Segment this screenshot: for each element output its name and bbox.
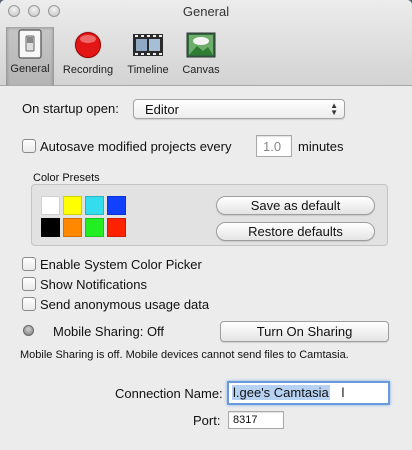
preferences-window: General General Recording Timeline Canva… [0, 0, 412, 450]
startup-label: On startup open: [22, 101, 119, 116]
usage-data-label: Send anonymous usage data [40, 297, 210, 312]
autosave-interval-value: 1.0 [263, 139, 282, 154]
film-strip-icon [132, 30, 164, 60]
turn-on-sharing-button[interactable]: Turn On Sharing [220, 321, 389, 342]
tab-general[interactable]: General [6, 27, 54, 86]
swatch-cyan[interactable] [85, 196, 104, 215]
swatch-red[interactable] [107, 218, 126, 237]
connection-name-field[interactable]: l.gee's Camtasia I [227, 381, 390, 405]
window-title: General [182, 4, 230, 19]
tab-recording[interactable]: Recording [59, 28, 117, 82]
swatch-blue[interactable] [107, 196, 126, 215]
status-indicator-icon [23, 325, 34, 336]
tab-timeline-label: Timeline [127, 64, 169, 76]
port-field[interactable]: 8317 [228, 411, 284, 429]
swatch-green[interactable] [85, 218, 104, 237]
autosave-label: Autosave modified projects every [40, 139, 232, 154]
color-presets-title: Color Presets [33, 172, 100, 184]
autosave-checkbox[interactable] [22, 139, 36, 153]
connection-name-label: Connection Name: [115, 386, 223, 401]
show-notifications-checkbox[interactable] [22, 277, 36, 291]
startup-select-value: Editor [145, 102, 179, 117]
connection-name-value: l.gee's Camtasia [232, 385, 330, 400]
autosave-unit: minutes [298, 139, 344, 154]
tab-general-label: General [10, 63, 50, 75]
swatch-white[interactable] [41, 196, 60, 215]
titlebar: General General Recording Timeline Canva… [0, 0, 412, 86]
tab-recording-label: Recording [62, 64, 114, 76]
swatch-orange[interactable] [63, 218, 82, 237]
autosave-interval-field[interactable]: 1.0 [256, 135, 292, 157]
mobile-sharing-status: Mobile Sharing: Off [53, 324, 165, 339]
switch-icon [14, 29, 46, 59]
system-color-picker-label: Enable System Color Picker [40, 257, 202, 272]
port-value: 8317 [233, 414, 258, 426]
show-notifications-label: Show Notifications [40, 277, 147, 292]
tab-canvas-label: Canvas [182, 64, 220, 76]
usage-data-checkbox[interactable] [22, 297, 36, 311]
startup-select[interactable]: Editor ▲ ▼ [133, 99, 345, 119]
tab-timeline[interactable]: Timeline [122, 28, 174, 82]
mobile-sharing-note: Mobile Sharing is off. Mobile devices ca… [20, 349, 349, 361]
restore-defaults-button[interactable]: Restore defaults [216, 222, 375, 241]
text-cursor-icon: I [341, 384, 345, 400]
color-presets-group: Save as default Restore defaults [31, 184, 388, 246]
swatch-black[interactable] [41, 218, 60, 237]
port-label: Port: [193, 413, 221, 428]
tab-canvas[interactable]: Canvas [177, 28, 225, 82]
record-icon [72, 30, 104, 60]
chevron-updown-icon: ▲ ▼ [330, 101, 338, 117]
swatch-yellow[interactable] [63, 196, 82, 215]
canvas-landscape-icon [185, 30, 217, 60]
system-color-picker-checkbox[interactable] [22, 257, 36, 271]
save-as-default-button[interactable]: Save as default [216, 196, 375, 215]
